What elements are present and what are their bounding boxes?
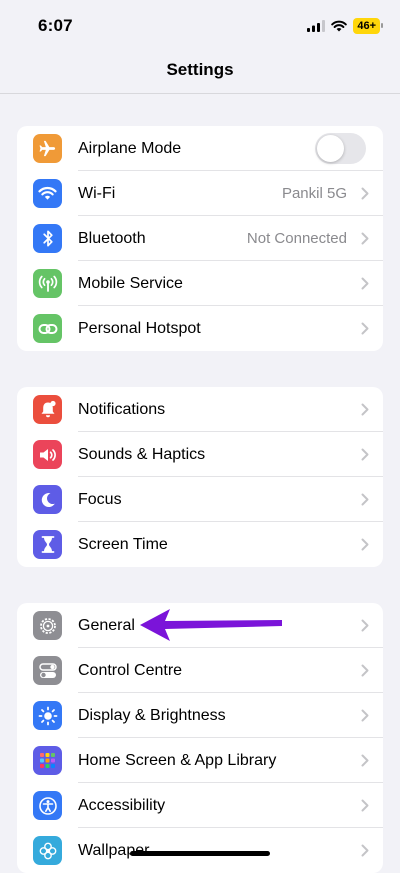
row-label: Airplane Mode [78,140,182,157]
sun-icon [33,701,62,730]
cellular-signal-icon [307,20,326,32]
row-label: Bluetooth [78,230,146,247]
row-label: General [78,617,135,634]
bluetooth-status-value: Not Connected [246,230,347,247]
row-airplane-mode[interactable]: Airplane Mode [17,126,383,171]
status-time: 6:07 [38,16,73,35]
settings-group-connectivity: Airplane Mode Wi-Fi Pankil 5G Bluetooth … [17,126,383,351]
row-label: Mobile Service [78,275,183,292]
home-indicator[interactable] [130,851,270,856]
flower-icon [33,836,62,865]
link-icon [33,314,62,343]
bluetooth-icon [33,224,62,253]
row-display-brightness[interactable]: Display & Brightness [17,693,383,738]
row-label: Control Centre [78,662,183,679]
row-label: Screen Time [78,536,168,553]
moon-icon [33,485,62,514]
gear-icon [33,611,62,640]
chevron-right-icon [361,709,369,722]
chevron-right-icon [361,754,369,767]
chevron-right-icon [361,277,369,290]
chevron-right-icon [361,322,369,335]
chevron-right-icon [361,619,369,632]
chevron-right-icon [361,538,369,551]
status-icons: 46+ [307,18,383,34]
chevron-right-icon [361,799,369,812]
chevron-right-icon [361,664,369,677]
wifi-status-icon [331,20,348,32]
row-accessibility[interactable]: Accessibility [17,783,383,828]
row-label: Sounds & Haptics [78,446,206,463]
airplane-icon [33,134,62,163]
wifi-network-value: Pankil 5G [281,185,347,202]
row-label: Wi-Fi [78,185,116,202]
row-focus[interactable]: Focus [17,477,383,522]
bell-icon [33,395,62,424]
page-title: Settings [166,60,234,79]
row-label: Home Screen & App Library [78,752,277,769]
row-home-screen[interactable]: Home Screen & App Library [17,738,383,783]
row-personal-hotspot[interactable]: Personal Hotspot [17,306,383,351]
row-label: Focus [78,491,122,508]
row-sounds-haptics[interactable]: Sounds & Haptics [17,432,383,477]
antenna-icon [33,269,62,298]
wifi-icon [33,179,62,208]
row-control-centre[interactable]: Control Centre [17,648,383,693]
row-label: Accessibility [78,797,166,814]
hourglass-icon [33,530,62,559]
row-wifi[interactable]: Wi-Fi Pankil 5G [17,171,383,216]
chevron-right-icon [361,844,369,857]
chevron-right-icon [361,493,369,506]
row-mobile-service[interactable]: Mobile Service [17,261,383,306]
purple-arrow-annotation [140,609,282,641]
toggle-knob [317,135,344,162]
speaker-icon [33,440,62,469]
chevron-right-icon [361,448,369,461]
chevron-right-icon [361,232,369,245]
app-grid-icon [33,746,62,775]
chevron-right-icon [361,403,369,416]
accessibility-icon [33,791,62,820]
row-notifications[interactable]: Notifications [17,387,383,432]
airplane-mode-toggle[interactable] [315,133,366,164]
row-screen-time[interactable]: Screen Time [17,522,383,567]
row-label: Notifications [78,401,166,418]
switches-icon [33,656,62,685]
chevron-right-icon [361,187,369,200]
battery-indicator: 46+ [353,18,383,34]
nav-divider [0,93,400,94]
status-bar: 6:07 46+ [0,0,400,50]
row-bluetooth[interactable]: Bluetooth Not Connected [17,216,383,261]
settings-group-notifications: Notifications Sounds & Haptics Focus Scr… [17,387,383,567]
row-label: Display & Brightness [78,707,226,724]
row-label: Personal Hotspot [78,320,201,337]
